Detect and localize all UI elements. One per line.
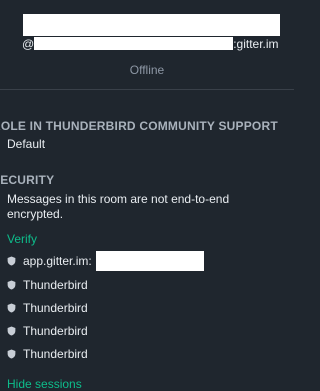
- encryption-message: Messages in this room are not end-to-end…: [7, 192, 230, 221]
- role-heading: ROLE IN THUNDERBIRD COMMUNITY SUPPORT: [0, 119, 278, 133]
- device-item[interactable]: Thunderbird: [7, 299, 88, 317]
- section-divider: [0, 89, 294, 90]
- shield-icon: [7, 349, 16, 359]
- display-name-redacted: [23, 14, 280, 36]
- device-name: Thunderbird: [23, 324, 88, 338]
- user-id-prefix: @: [22, 37, 35, 51]
- device-name: Thunderbird: [23, 301, 88, 315]
- device-item[interactable]: Thunderbird: [7, 345, 88, 363]
- user-id: @ :gitter.im: [22, 37, 279, 52]
- device-id-redacted: [95, 251, 204, 271]
- shield-icon: [7, 256, 16, 266]
- verify-link[interactable]: Verify: [7, 232, 37, 246]
- device-name: Thunderbird: [23, 278, 88, 292]
- device-name: app.gitter.im:: [23, 254, 92, 268]
- device-item[interactable]: app.gitter.im:: [7, 251, 204, 271]
- role-value: Default: [7, 137, 46, 151]
- presence-status: Offline: [129, 63, 165, 77]
- device-item[interactable]: Thunderbird: [7, 322, 88, 340]
- shield-icon: [7, 326, 16, 336]
- shield-icon: [7, 280, 16, 290]
- security-heading: SECURITY: [0, 173, 55, 187]
- device-name: Thunderbird: [23, 347, 88, 361]
- user-id-suffix: :gitter.im: [233, 37, 279, 51]
- user-id-redacted: [34, 37, 234, 50]
- shield-icon: [7, 303, 16, 313]
- device-item[interactable]: Thunderbird: [7, 276, 88, 294]
